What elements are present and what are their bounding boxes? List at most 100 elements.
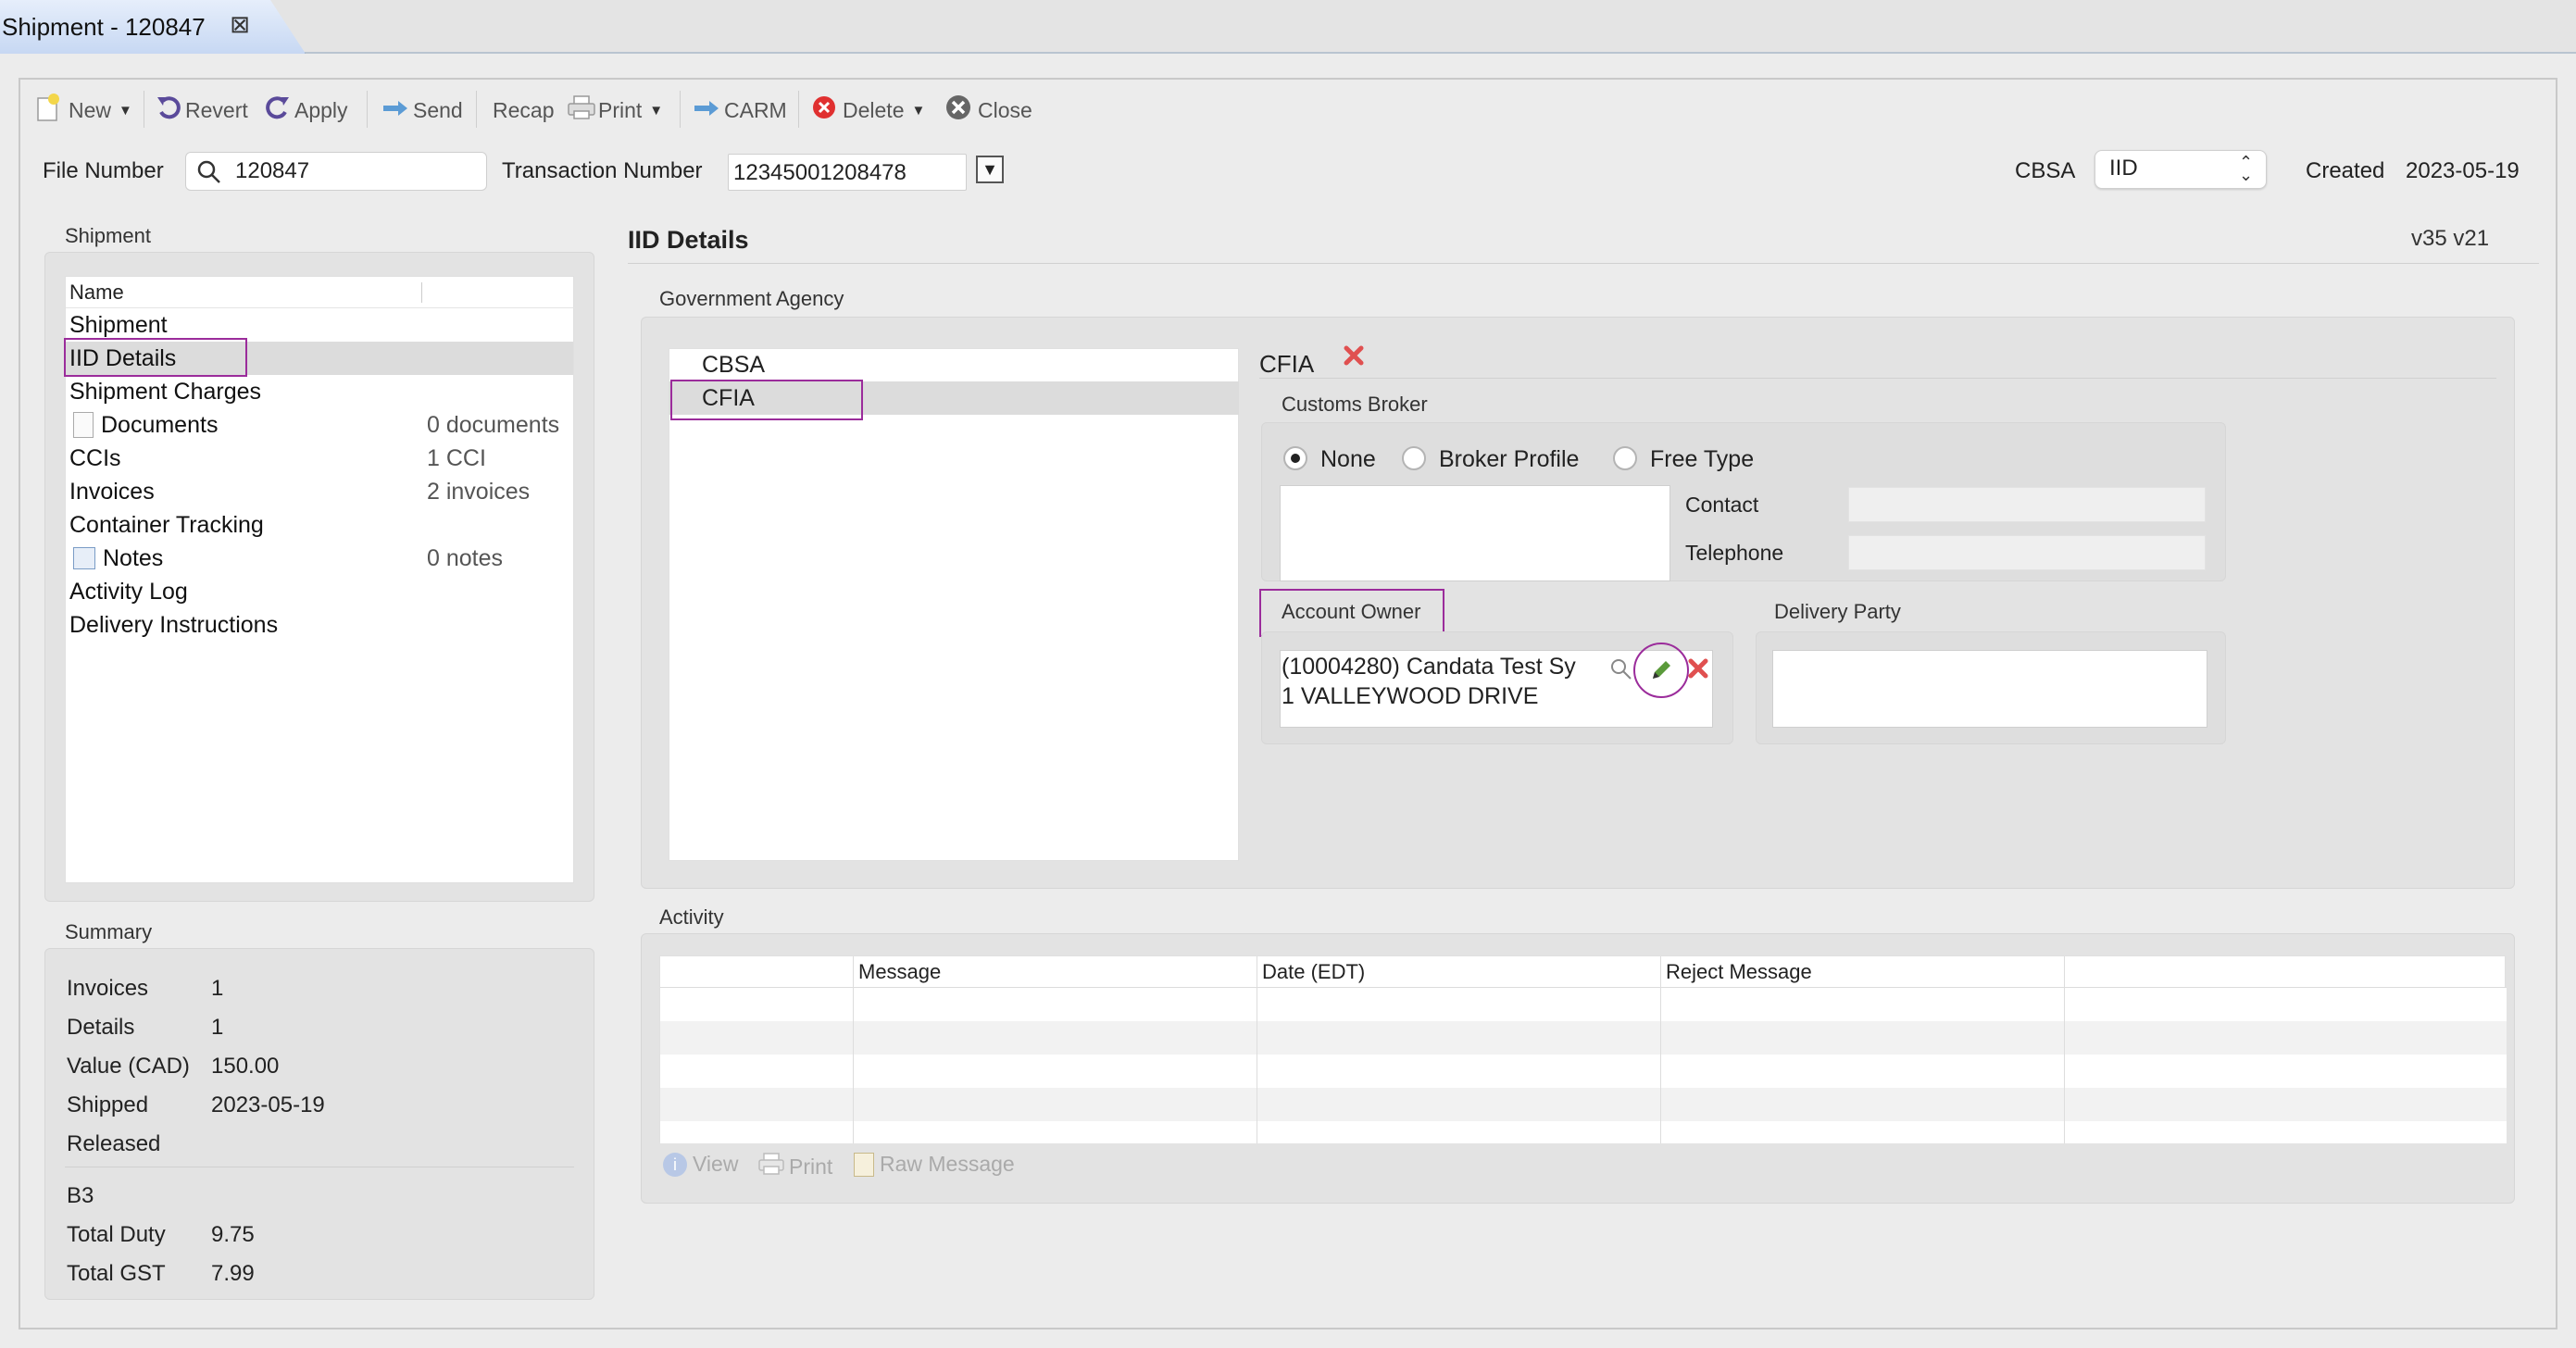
notes-icon bbox=[73, 547, 95, 569]
file-number-field[interactable] bbox=[185, 152, 487, 191]
raw-message-button[interactable]: Raw Message bbox=[854, 1152, 1015, 1177]
recap-button[interactable]: Recap bbox=[493, 94, 554, 126]
tree-item-label: Notes bbox=[103, 544, 164, 571]
summary-label: Invoices bbox=[67, 976, 149, 1001]
tree-item-activity-log[interactable]: Activity Log bbox=[69, 575, 188, 608]
file-number-value[interactable]: 120847 bbox=[235, 158, 309, 184]
total-duty-label: Total Duty bbox=[67, 1222, 166, 1247]
column-header-reject-message[interactable]: Reject Message bbox=[1666, 960, 1812, 984]
tree-item-label: Activity Log bbox=[69, 578, 188, 605]
account-owner-line2: 1 VALLEYWOOD DRIVE bbox=[1282, 683, 1539, 709]
column-header-message[interactable]: Message bbox=[858, 960, 941, 984]
new-button[interactable]: New ▼ bbox=[35, 94, 132, 126]
carm-label: CARM bbox=[724, 97, 787, 122]
tree-item-count: 0 notes bbox=[427, 545, 504, 571]
view-label: View bbox=[693, 1152, 739, 1176]
carm-arrow-icon bbox=[693, 98, 720, 123]
broker-text-area[interactable] bbox=[1280, 485, 1670, 581]
apply-icon bbox=[265, 94, 291, 127]
agency-divider bbox=[1259, 378, 2496, 379]
tree-item-label: Shipment Charges bbox=[69, 378, 262, 405]
shipment-tree[interactable]: Name Shipment IID Details Shipment Charg… bbox=[64, 276, 575, 883]
table-row[interactable] bbox=[660, 988, 2507, 1021]
tree-item-shipment-charges[interactable]: Shipment Charges bbox=[69, 375, 261, 408]
tree-item-shipment[interactable]: Shipment bbox=[69, 308, 168, 342]
tree-item-label: CCIs bbox=[69, 444, 121, 471]
toolbar-divider bbox=[798, 91, 799, 128]
tree-item-delivery-instructions[interactable]: Delivery Instructions bbox=[69, 608, 278, 642]
view-button[interactable]: i View bbox=[663, 1152, 738, 1177]
agency-item-cbsa[interactable]: CBSA bbox=[702, 352, 765, 379]
delivery-party-field[interactable] bbox=[1772, 650, 2207, 728]
tree-item-label: Container Tracking bbox=[69, 511, 264, 538]
customs-broker-title: Customs Broker bbox=[1282, 393, 1428, 416]
select-arrows-icon: ⌃ ⌄ bbox=[2239, 153, 2254, 184]
toolbar-divider bbox=[476, 91, 477, 128]
page-title: IID Details bbox=[628, 226, 749, 254]
telephone-label: Telephone bbox=[1685, 541, 1784, 565]
revert-button[interactable]: Revert bbox=[156, 94, 248, 126]
tree-item-ccis[interactable]: CCIs bbox=[69, 442, 121, 475]
account-owner-line1: (10004280) Candata Test Sy bbox=[1282, 654, 1576, 680]
column-divider bbox=[2064, 956, 2065, 1143]
total-gst-value: 7.99 bbox=[211, 1261, 255, 1286]
tree-item-notes[interactable]: Notes bbox=[69, 542, 163, 575]
edit-pencil-icon[interactable] bbox=[1648, 657, 1674, 690]
created-value: 2023-05-19 bbox=[2406, 158, 2520, 183]
close-button[interactable]: Close bbox=[944, 94, 1032, 126]
column-header-date[interactable]: Date (EDT) bbox=[1262, 960, 1365, 984]
tab-close-icon[interactable]: ⊠ bbox=[228, 12, 252, 36]
close-label: Close bbox=[978, 97, 1032, 122]
clear-icon[interactable] bbox=[1687, 657, 1709, 686]
transaction-number-value[interactable]: 12345001208478 bbox=[733, 160, 907, 186]
column-divider bbox=[421, 282, 422, 303]
table-row[interactable] bbox=[660, 1021, 2507, 1055]
tree-item-invoices[interactable]: Invoices bbox=[69, 475, 155, 508]
table-row[interactable] bbox=[660, 1088, 2507, 1121]
print-button[interactable]: Print ▼ bbox=[567, 94, 663, 126]
triangle-down-icon: ▼ bbox=[982, 159, 998, 179]
editor-tab-strip bbox=[0, 0, 2576, 54]
radio-none[interactable] bbox=[1283, 446, 1307, 470]
print-activity-button[interactable]: Print bbox=[757, 1152, 832, 1181]
tree-item-label: Documents bbox=[101, 411, 219, 438]
print-label: Print bbox=[598, 97, 643, 122]
tree-item-container-tracking[interactable]: Container Tracking bbox=[69, 508, 264, 542]
remove-agency-icon[interactable] bbox=[1343, 344, 1365, 373]
info-icon: i bbox=[663, 1152, 687, 1177]
revert-icon bbox=[156, 94, 181, 127]
tree-header: Name bbox=[66, 277, 575, 308]
chevron-down-icon[interactable]: ▼ bbox=[119, 103, 132, 119]
activity-table[interactable]: Message Date (EDT) Reject Message bbox=[659, 955, 2507, 1143]
radio-none-label[interactable]: None bbox=[1320, 446, 1376, 473]
agency-list[interactable] bbox=[669, 348, 1239, 861]
column-header-name[interactable]: Name bbox=[69, 281, 124, 305]
contact-label: Contact bbox=[1685, 493, 1759, 517]
chevron-down-icon[interactable]: ▼ bbox=[911, 103, 925, 119]
highlight-box bbox=[64, 338, 247, 377]
new-document-icon bbox=[35, 93, 63, 128]
chevron-down-icon[interactable]: ▼ bbox=[649, 103, 663, 119]
file-number-label: File Number bbox=[43, 158, 164, 183]
tree-item-documents[interactable]: Documents bbox=[69, 408, 218, 442]
toolbar-divider bbox=[367, 91, 368, 128]
column-divider bbox=[1660, 956, 1661, 1143]
contact-field[interactable] bbox=[1848, 487, 2206, 522]
table-row[interactable] bbox=[660, 1121, 2507, 1143]
created-label: Created bbox=[2306, 158, 2385, 183]
radio-broker-profile-label[interactable]: Broker Profile bbox=[1439, 446, 1579, 473]
send-button[interactable]: Send bbox=[381, 94, 463, 126]
radio-free-type[interactable] bbox=[1613, 446, 1637, 470]
radio-free-type-label[interactable]: Free Type bbox=[1650, 446, 1754, 473]
table-row[interactable] bbox=[660, 1055, 2507, 1088]
search-icon[interactable] bbox=[1609, 657, 1633, 688]
tab-title[interactable]: Shipment - 120847 bbox=[2, 13, 206, 42]
radio-broker-profile[interactable] bbox=[1402, 446, 1426, 470]
telephone-field[interactable] bbox=[1848, 535, 2206, 570]
apply-button[interactable]: Apply bbox=[265, 94, 348, 126]
send-arrow-icon bbox=[381, 98, 409, 123]
transaction-dropdown-button[interactable]: ▼ bbox=[976, 156, 1004, 183]
carm-button[interactable]: CARM bbox=[693, 94, 787, 126]
summary-title: Summary bbox=[65, 920, 153, 943]
delete-button[interactable]: Delete ▼ bbox=[811, 94, 925, 126]
